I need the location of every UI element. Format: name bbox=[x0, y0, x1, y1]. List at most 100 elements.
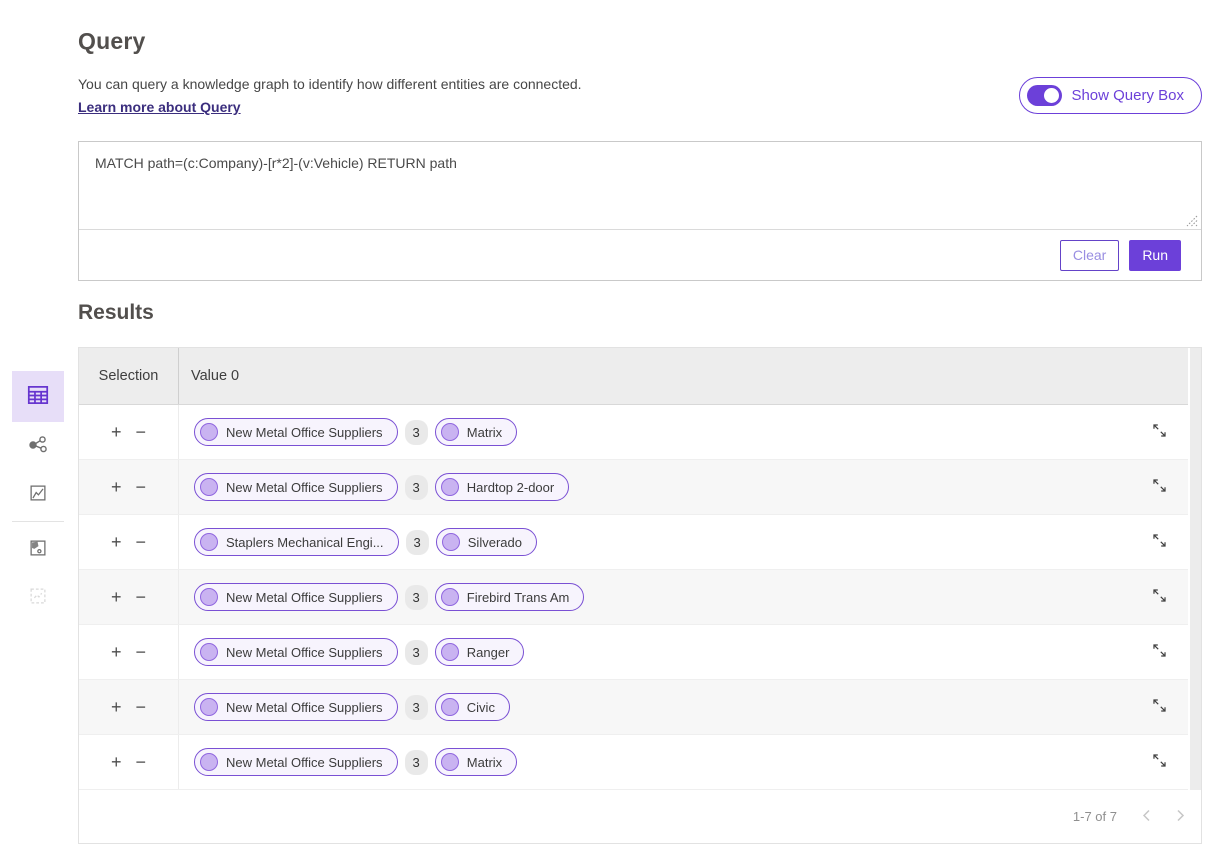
query-actions-bar: Clear Run bbox=[79, 230, 1201, 280]
target-entity-pill[interactable]: Matrix bbox=[435, 748, 517, 776]
expand-row-button[interactable] bbox=[1151, 477, 1168, 497]
value-cell: New Metal Office Suppliers 3 Ranger bbox=[179, 625, 1201, 679]
source-entity-pill[interactable]: New Metal Office Suppliers bbox=[194, 418, 398, 446]
map-icon bbox=[27, 537, 49, 562]
target-entity-label: Firebird Trans Am bbox=[467, 590, 570, 605]
table-icon bbox=[25, 382, 51, 411]
value-cell: New Metal Office Suppliers 3 Matrix bbox=[179, 405, 1201, 459]
add-to-selection-button[interactable]: + bbox=[111, 643, 122, 661]
table-row: + − New Metal Office Suppliers 3 Civic bbox=[79, 680, 1201, 735]
hop-count-badge: 3 bbox=[405, 750, 428, 775]
chevron-right-icon bbox=[1176, 809, 1185, 825]
target-entity-pill[interactable]: Silverado bbox=[436, 528, 537, 556]
sidebar-item-map-view[interactable] bbox=[12, 525, 64, 573]
remove-from-selection-button[interactable]: − bbox=[136, 478, 147, 496]
selection-cell: + − bbox=[79, 570, 179, 624]
target-entity-label: Ranger bbox=[467, 645, 510, 660]
run-button[interactable]: Run bbox=[1129, 240, 1181, 271]
pagination-range: 1-7 of 7 bbox=[1073, 809, 1117, 824]
selection-cell: + − bbox=[79, 735, 179, 789]
results-table: Selection Value 0 + − New Metal Office S… bbox=[78, 347, 1202, 844]
selection-cell: + − bbox=[79, 625, 179, 679]
expand-diagonal-icon bbox=[1151, 532, 1168, 552]
remove-from-selection-button[interactable]: − bbox=[136, 753, 147, 771]
node-icon bbox=[200, 423, 218, 441]
target-entity-pill[interactable]: Ranger bbox=[435, 638, 525, 666]
toggle-switch-track[interactable] bbox=[1027, 85, 1062, 106]
expand-row-button[interactable] bbox=[1151, 587, 1168, 607]
hop-count-badge: 3 bbox=[405, 640, 428, 665]
column-header-selection: Selection bbox=[79, 348, 179, 404]
node-icon bbox=[200, 478, 218, 496]
source-entity-pill[interactable]: New Metal Office Suppliers bbox=[194, 693, 398, 721]
toggle-label: Show Query Box bbox=[1071, 87, 1184, 104]
source-entity-pill[interactable]: Staplers Mechanical Engi... bbox=[194, 528, 399, 556]
expand-diagonal-icon bbox=[1151, 477, 1168, 497]
query-input[interactable]: MATCH path=(c:Company)-[r*2]-(v:Vehicle)… bbox=[79, 142, 1201, 230]
pagination-prev-button[interactable] bbox=[1142, 809, 1151, 825]
node-icon bbox=[200, 588, 218, 606]
node-icon bbox=[441, 478, 459, 496]
results-view-sidebar bbox=[12, 371, 64, 621]
remove-from-selection-button[interactable]: − bbox=[136, 643, 147, 661]
sidebar-item-selection-view[interactable] bbox=[12, 573, 64, 621]
target-entity-pill[interactable]: Firebird Trans Am bbox=[435, 583, 585, 611]
remove-from-selection-button[interactable]: − bbox=[136, 698, 147, 716]
results-title: Results bbox=[78, 301, 154, 325]
sidebar-item-chart-view[interactable] bbox=[12, 470, 64, 518]
source-entity-label: New Metal Office Suppliers bbox=[226, 700, 383, 715]
target-entity-pill[interactable]: Matrix bbox=[435, 418, 517, 446]
source-entity-label: New Metal Office Suppliers bbox=[226, 480, 383, 495]
table-scrollbar[interactable] bbox=[1188, 348, 1201, 790]
expand-diagonal-icon bbox=[1151, 422, 1168, 442]
clear-button[interactable]: Clear bbox=[1060, 240, 1119, 271]
add-to-selection-button[interactable]: + bbox=[111, 698, 122, 716]
remove-from-selection-button[interactable]: − bbox=[136, 588, 147, 606]
add-to-selection-button[interactable]: + bbox=[111, 533, 122, 551]
source-entity-pill[interactable]: New Metal Office Suppliers bbox=[194, 748, 398, 776]
remove-from-selection-button[interactable]: − bbox=[136, 533, 147, 551]
pagination-next-button[interactable] bbox=[1176, 809, 1185, 825]
node-icon bbox=[442, 533, 460, 551]
node-icon bbox=[441, 753, 459, 771]
sidebar-item-table-view[interactable] bbox=[12, 371, 64, 422]
expand-row-button[interactable] bbox=[1151, 422, 1168, 442]
target-entity-pill[interactable]: Hardtop 2-door bbox=[435, 473, 569, 501]
target-entity-label: Matrix bbox=[467, 425, 502, 440]
source-entity-pill[interactable]: New Metal Office Suppliers bbox=[194, 473, 398, 501]
learn-more-link[interactable]: Learn more about Query bbox=[78, 99, 241, 115]
target-entity-label: Silverado bbox=[468, 535, 522, 550]
expand-row-button[interactable] bbox=[1151, 697, 1168, 717]
source-entity-label: Staplers Mechanical Engi... bbox=[226, 535, 384, 550]
source-entity-label: New Metal Office Suppliers bbox=[226, 755, 383, 770]
add-to-selection-button[interactable]: + bbox=[111, 423, 122, 441]
hop-count-badge: 3 bbox=[406, 530, 429, 555]
add-to-selection-button[interactable]: + bbox=[111, 753, 122, 771]
add-to-selection-button[interactable]: + bbox=[111, 588, 122, 606]
hop-count-badge: 3 bbox=[405, 475, 428, 500]
target-entity-pill[interactable]: Civic bbox=[435, 693, 510, 721]
expand-row-button[interactable] bbox=[1151, 752, 1168, 772]
target-entity-label: Hardtop 2-door bbox=[467, 480, 554, 495]
add-to-selection-button[interactable]: + bbox=[111, 478, 122, 496]
page-description: You can query a knowledge graph to ident… bbox=[78, 76, 582, 92]
table-row: + − New Metal Office Suppliers 3 Ranger bbox=[79, 625, 1201, 680]
hop-count-badge: 3 bbox=[405, 420, 428, 445]
expand-row-button[interactable] bbox=[1151, 642, 1168, 662]
chevron-left-icon bbox=[1142, 809, 1151, 825]
hop-count-badge: 3 bbox=[405, 585, 428, 610]
node-icon bbox=[200, 533, 218, 551]
target-entity-label: Matrix bbox=[467, 755, 502, 770]
show-query-box-toggle[interactable]: Show Query Box bbox=[1019, 77, 1202, 114]
source-entity-pill[interactable]: New Metal Office Suppliers bbox=[194, 583, 398, 611]
node-icon bbox=[200, 643, 218, 661]
node-icon bbox=[441, 643, 459, 661]
remove-from-selection-button[interactable]: − bbox=[136, 423, 147, 441]
source-entity-label: New Metal Office Suppliers bbox=[226, 425, 383, 440]
source-entity-pill[interactable]: New Metal Office Suppliers bbox=[194, 638, 398, 666]
sidebar-item-graph-view[interactable] bbox=[12, 422, 64, 470]
expand-row-button[interactable] bbox=[1151, 532, 1168, 552]
table-row: + − Staplers Mechanical Engi... 3 Silver… bbox=[79, 515, 1201, 570]
query-page: Query You can query a knowledge graph to… bbox=[0, 0, 1215, 857]
selection-cell: + − bbox=[79, 680, 179, 734]
